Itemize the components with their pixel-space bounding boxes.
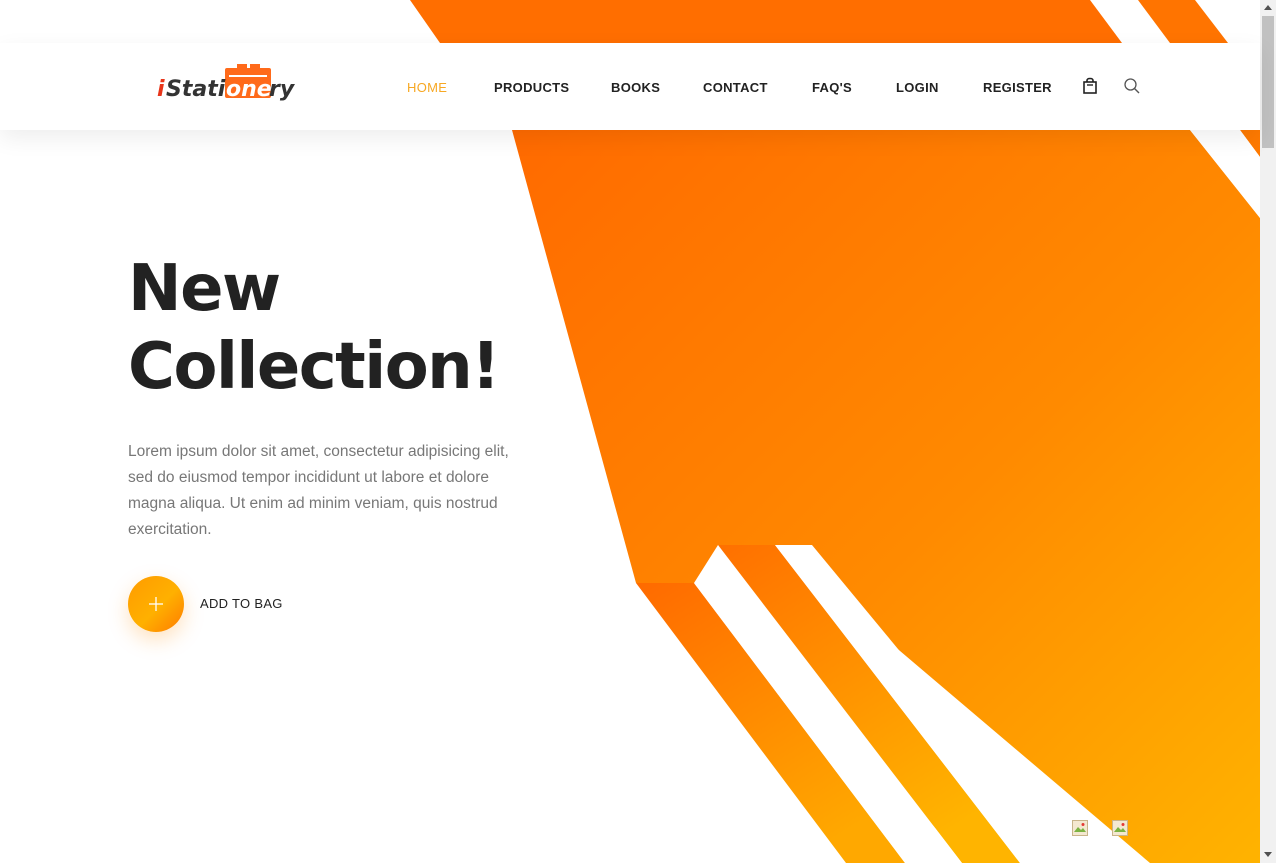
nav-register[interactable]: REGISTER <box>983 80 1052 95</box>
add-to-bag-button[interactable] <box>128 576 184 632</box>
nav-contact[interactable]: CONTACT <box>703 80 768 95</box>
scrollbar-thumb[interactable] <box>1262 16 1274 148</box>
scroll-down-arrow-icon[interactable] <box>1264 852 1272 857</box>
nav-home[interactable]: HOME <box>407 80 447 95</box>
plus-icon <box>149 597 163 611</box>
shopping-bag-icon[interactable] <box>1081 77 1099 95</box>
nav-login[interactable]: LOGIN <box>896 80 939 95</box>
search-icon[interactable] <box>1123 77 1141 95</box>
broken-image-icon[interactable] <box>1072 820 1088 836</box>
top-orange-band <box>410 0 1122 43</box>
hero-description: Lorem ipsum dolor sit amet, consectetur … <box>128 443 509 538</box>
logo-text-stati: Stati <box>166 77 226 102</box>
logo-text-ry: ry <box>269 77 296 102</box>
nav-faqs[interactable]: FAQ'S <box>812 80 852 95</box>
nav-books[interactable]: BOOKS <box>611 80 660 95</box>
broken-image-icon[interactable] <box>1112 820 1128 836</box>
brand-logo[interactable]: i Stati one ry <box>157 64 303 104</box>
hero-title: New Collection! <box>128 250 500 406</box>
logo-text-one: one <box>226 77 272 102</box>
site-header: i Stati one ry HOME PRODUCTS BOOKS CONTA… <box>0 43 1260 130</box>
top-orange-band-2 <box>1138 0 1228 43</box>
add-to-bag-label[interactable]: ADD TO BAG <box>200 596 283 611</box>
vertical-scrollbar[interactable] <box>1260 0 1276 863</box>
nav-products[interactable]: PRODUCTS <box>494 80 569 95</box>
hero-title-line-2: Collection! <box>128 330 500 404</box>
hero-title-line-1: New <box>128 252 281 326</box>
logo-graphic: i Stati one ry <box>157 64 296 102</box>
scroll-up-arrow-icon[interactable] <box>1264 5 1272 10</box>
logo-text-i: i <box>157 77 165 102</box>
